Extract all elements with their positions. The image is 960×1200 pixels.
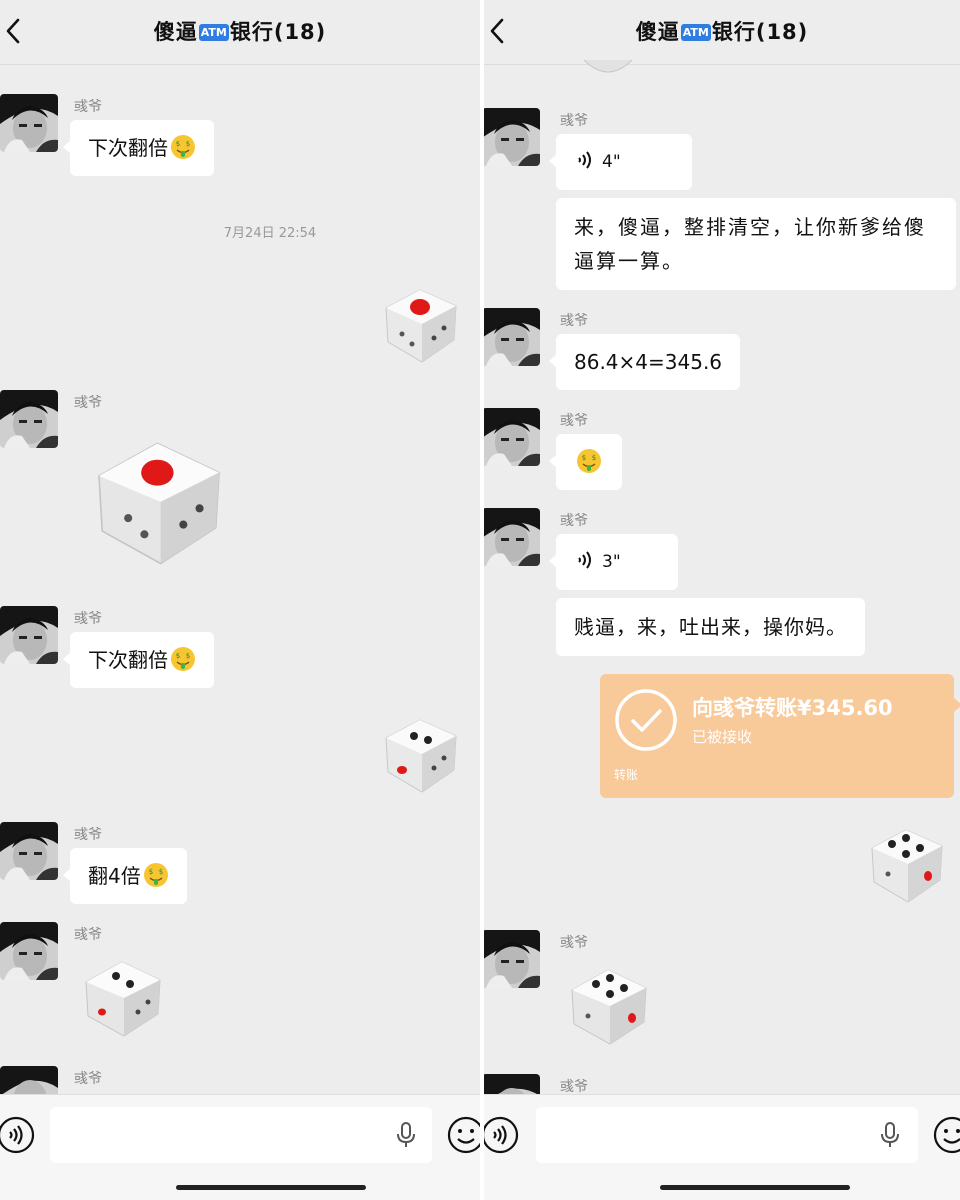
chat-title: 傻逼 ATM 银行(18) (484, 16, 960, 46)
home-indicator (176, 1185, 366, 1190)
sender-name: 彧爷 (74, 395, 102, 411)
message-bubble[interactable]: 下次翻倍 $ $ (63, 632, 214, 688)
sender-name: 彧爷 (560, 935, 588, 951)
message-text: 86.4×4=345.6 (574, 350, 723, 374)
chat-header: 傻逼 ATM 银行(18) (484, 0, 960, 65)
avatar[interactable] (484, 930, 540, 988)
sender-name: 彧爷 (560, 413, 588, 429)
dice-icon[interactable] (376, 278, 466, 368)
money-face-emoji-icon: $ $ (171, 647, 195, 671)
chat-pane-right: 傻逼 ATM 银行(18) 彧爷 4" 来，傻逼，整排清空，让你新爹给傻逼算一算。 … (484, 0, 960, 1200)
message-text: 下次翻倍 (88, 136, 168, 160)
mic-icon[interactable] (878, 1121, 902, 1149)
svg-text:$: $ (582, 454, 586, 462)
sender-name: 彧爷 (74, 827, 102, 843)
avatar[interactable] (0, 94, 58, 152)
transfer-status: 已被接收 (692, 728, 753, 746)
dice-icon[interactable] (86, 424, 232, 570)
message-bubble[interactable]: 贱逼，来，吐出来，操你妈。 (556, 598, 865, 656)
svg-text:$: $ (159, 868, 163, 876)
sender-name: 彧爷 (560, 513, 588, 529)
chat-header: 傻逼 ATM 银行(18) (0, 0, 480, 65)
check-circle-icon (615, 689, 677, 751)
avatar[interactable] (0, 822, 58, 880)
chat-title: 傻逼 ATM 银行(18) (0, 16, 480, 46)
sender-name: 彧爷 (560, 1079, 588, 1095)
title-prefix: 傻逼 (153, 20, 198, 44)
voice-duration: 3" (602, 552, 621, 572)
svg-text:$: $ (592, 454, 596, 462)
title-suffix: 银行(18) (711, 20, 809, 44)
sender-name: 彧爷 (74, 611, 102, 627)
svg-text:$: $ (176, 652, 180, 660)
title-prefix: 傻逼 (635, 20, 680, 44)
message-bubble[interactable]: $ $ (549, 434, 622, 490)
svg-text:$: $ (176, 140, 180, 148)
message-bubble[interactable]: 翻4倍 $ $ (63, 848, 187, 904)
mic-icon[interactable] (394, 1121, 418, 1149)
message-bubble[interactable]: 来，傻逼，整排清空，让你新爹给傻逼算一算。 (556, 198, 956, 290)
message-text: 贱逼，来，吐出来，操你妈。 (574, 615, 847, 639)
message-text: 翻4倍 (88, 864, 141, 888)
timestamp: 7月24日 22:54 (223, 226, 317, 241)
avatar[interactable] (484, 108, 540, 166)
avatar[interactable] (0, 606, 58, 664)
money-face-emoji-icon: $ $ (143, 863, 168, 887)
sender-name: 彧爷 (74, 927, 102, 943)
avatar[interactable] (0, 390, 58, 448)
avatar[interactable] (0, 922, 58, 980)
input-bar (484, 1094, 960, 1200)
avatar[interactable] (484, 508, 540, 566)
transfer-footer: 转账 (614, 768, 639, 782)
avatar[interactable] (484, 408, 540, 466)
voice-icon (578, 151, 591, 169)
sender-name: 彧爷 (560, 113, 588, 129)
svg-text:$: $ (186, 652, 190, 660)
title-suffix: 银行(18) (229, 20, 327, 44)
message-input[interactable] (536, 1107, 918, 1163)
dice-icon[interactable] (862, 818, 952, 908)
voice-icon (578, 551, 591, 569)
dice-icon[interactable] (580, 54, 636, 78)
svg-text:$: $ (149, 868, 153, 876)
chat-pane-left: 傻逼 ATM 银行(18) 彧爷 下次翻倍 $ $ 7月24日 22:54 彧爷 彧爷 … (0, 0, 480, 1200)
message-bubble[interactable]: 86.4×4=345.6 (548, 334, 741, 390)
emoji-icon[interactable] (932, 1115, 960, 1155)
svg-text:$: $ (186, 140, 190, 148)
voice-message-bubble[interactable]: 3" (549, 534, 678, 590)
voice-message-bubble[interactable]: 4" (549, 134, 692, 190)
atm-badge: ATM (198, 24, 229, 41)
dice-icon[interactable] (376, 708, 466, 798)
emoji-icon[interactable] (446, 1115, 480, 1155)
voice-duration: 4" (602, 152, 621, 172)
input-bar (0, 1094, 480, 1200)
message-input[interactable] (50, 1107, 432, 1163)
message-text: 下次翻倍 (88, 648, 168, 672)
message-text: 来，傻逼，整排清空，让你新爹给傻逼算一算。 (574, 215, 926, 273)
sender-name: 彧爷 (560, 313, 588, 329)
money-face-emoji-icon: $ $ (577, 449, 601, 473)
voice-toggle-icon[interactable] (484, 1115, 520, 1155)
dice-icon[interactable] (78, 950, 168, 1040)
message-bubble[interactable]: 下次翻倍 $ $ (63, 120, 214, 176)
sender-name: 彧爷 (74, 1071, 102, 1087)
sender-name: 彧爷 (74, 99, 102, 115)
home-indicator (660, 1185, 850, 1190)
atm-badge: ATM (680, 24, 711, 41)
avatar[interactable] (484, 308, 540, 366)
money-face-emoji-icon: $ $ (171, 135, 195, 159)
voice-toggle-icon[interactable] (0, 1115, 36, 1155)
dice-icon[interactable] (564, 958, 654, 1048)
transfer-card[interactable]: 向彧爷转账¥345.60 已被接收 转账 (600, 674, 960, 798)
transfer-title: 向彧爷转账¥345.60 (692, 696, 893, 720)
